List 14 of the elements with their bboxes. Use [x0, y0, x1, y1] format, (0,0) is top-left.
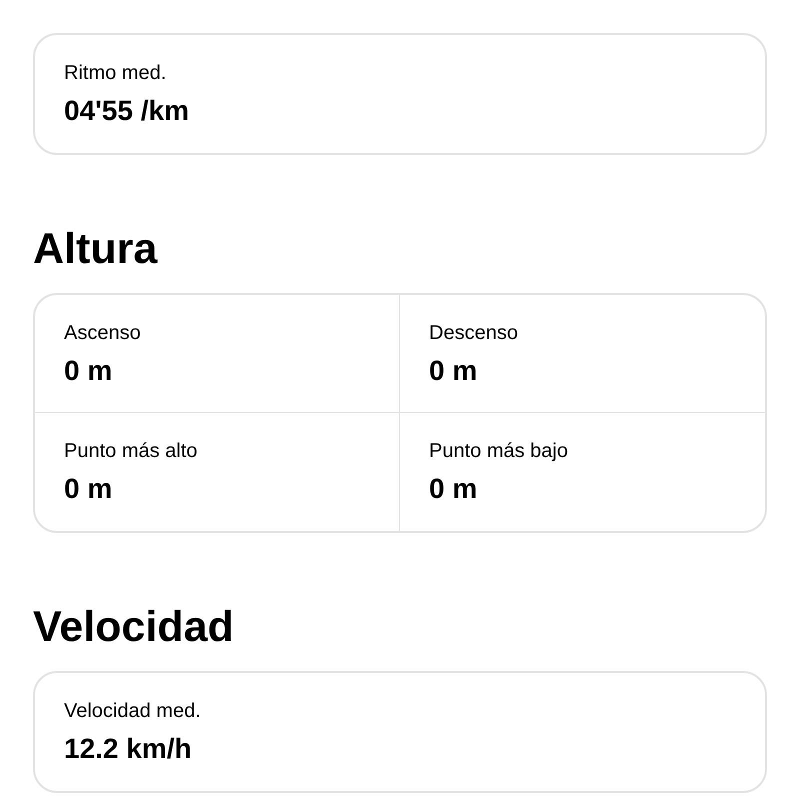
metric-value: 12.2 km/h [64, 732, 193, 766]
section-title: Velocidad [33, 602, 235, 653]
metric-value: 0 m [429, 354, 478, 388]
section-title: Altura [33, 224, 158, 275]
metric-label: Descenso [429, 321, 519, 346]
metric-label: Punto más bajo [429, 439, 569, 464]
metric-value: 0 m [429, 472, 478, 506]
metric-value: 04'55 /km [64, 94, 190, 128]
metric-value: 0 m [64, 472, 114, 506]
metric-label: Ritmo med. [64, 61, 168, 86]
metric-label: Punto más alto [64, 439, 198, 464]
metric-label: Velocidad med. [64, 699, 202, 724]
metric-value: 0 m [64, 354, 114, 388]
metric-label: Ascenso [64, 321, 142, 346]
